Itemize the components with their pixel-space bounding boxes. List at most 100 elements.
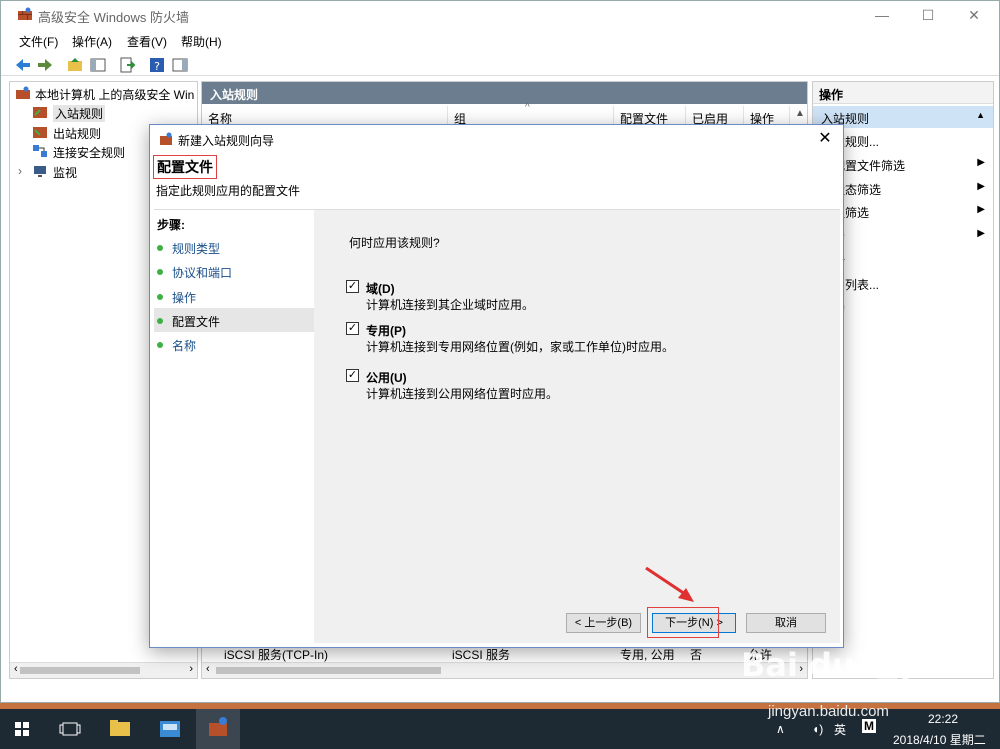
tray-chevron-icon[interactable]: ∧ <box>776 722 785 736</box>
back-button[interactable]: < 上一步(B) <box>566 613 641 633</box>
actions-header: 操作 <box>813 82 993 104</box>
profile-question: 何时应用该规则? <box>349 236 440 250</box>
step-label: 操作 <box>172 291 197 305</box>
public-checkbox[interactable]: ✓ <box>346 369 359 382</box>
firewall-root-icon <box>16 86 30 99</box>
step-rule-type[interactable]: 规则类型 <box>154 235 314 259</box>
new-inbound-rule-wizard: 新建入站规则向导 ✕ 配置文件 指定此规则应用的配置文件 步骤: 规则类型 协议… <box>149 124 844 648</box>
firewall-taskbar-icon <box>209 717 227 736</box>
tree-item-label: 出站规则 <box>53 127 102 141</box>
collapse-up-icon[interactable]: ▲ <box>976 110 985 120</box>
option-label: 公用(U) <box>366 371 407 385</box>
submenu-arrow-icon: ▶ <box>977 157 985 168</box>
sort-caret-icon: ^ <box>525 102 530 113</box>
step-bullet-icon <box>157 342 163 348</box>
cell-enabled: 否 <box>690 648 703 662</box>
taskbar-firewall-active[interactable] <box>196 709 240 749</box>
cell-profile: 专用, 公用 <box>620 648 675 662</box>
clock-date[interactable]: 2018/4/10 星期二 <box>893 731 986 748</box>
wizard-firewall-icon <box>160 132 172 145</box>
show-hide-tree-icon[interactable] <box>88 55 108 75</box>
scroll-right-icon[interactable]: › <box>189 663 193 675</box>
red-pointer-arrow-icon <box>645 566 694 602</box>
forward-arrow-icon[interactable] <box>35 55 55 75</box>
window-title: 高级安全 Windows 防火墙 <box>38 10 189 25</box>
close-button[interactable]: ✕ <box>951 1 997 29</box>
cell-group: iSCSI 服务 <box>452 648 511 662</box>
step-bullet-icon <box>157 318 163 324</box>
step-bullet-icon <box>157 269 163 275</box>
clock-time[interactable]: 22:22 <box>928 712 958 726</box>
up-folder-icon[interactable] <box>65 55 85 75</box>
submenu-arrow-icon: ▶ <box>977 181 985 192</box>
connection-security-icon <box>33 145 47 157</box>
private-checkbox[interactable]: ✓ <box>346 322 359 335</box>
tree-item-label: 连接安全规则 <box>53 146 126 160</box>
tree-horizontal-scrollbar[interactable]: ‹ › <box>10 662 197 678</box>
step-label: 规则类型 <box>172 242 221 256</box>
steps-title: 步骤: <box>157 218 185 232</box>
option-description: 计算机连接到公用网络位置时应用。 <box>366 387 559 401</box>
task-view-icon[interactable] <box>48 709 92 749</box>
speaker-icon[interactable]: ◖) <box>812 722 823 736</box>
domain-checkbox[interactable]: ✓ <box>346 280 359 293</box>
title-bar: 高级安全 Windows 防火墙 — ☐ ✕ <box>1 1 999 29</box>
submenu-arrow-icon: ▶ <box>977 228 985 239</box>
tree-item-label: 监视 <box>53 166 78 180</box>
wizard-content: 何时应用该规则? ✓ 域(D) 计算机连接到其企业域时应用。 ✓ 专用(P) 计… <box>314 210 840 643</box>
scroll-up-icon[interactable]: ▲ <box>795 108 805 119</box>
wizard-page-heading: 配置文件 <box>153 155 217 179</box>
option-description: 计算机连接到专用网络位置(例如，家或工作单位)时应用。 <box>366 340 674 354</box>
rules-pane-header: 入站规则 <box>202 82 807 104</box>
minimize-button[interactable]: — <box>859 1 905 29</box>
step-bullet-icon <box>157 245 163 251</box>
menu-help[interactable]: 帮助(H) <box>181 33 222 50</box>
show-action-pane-icon[interactable] <box>170 55 190 75</box>
menu-view[interactable]: 查看(V) <box>127 33 167 50</box>
file-explorer-icon[interactable] <box>98 709 142 749</box>
option-label: 专用(P) <box>366 324 406 338</box>
tree-root[interactable]: 本地计算机 上的高级安全 Win <box>15 84 200 102</box>
step-protocol-ports[interactable]: 协议和端口 <box>154 259 314 283</box>
scroll-left-icon[interactable]: ‹ <box>14 663 18 675</box>
maximize-button[interactable]: ☐ <box>905 1 951 29</box>
step-bullet-icon <box>157 294 163 300</box>
control-panel-icon[interactable] <box>148 709 192 749</box>
inbound-rules-icon <box>33 107 47 118</box>
svg-text:?: ? <box>154 60 160 73</box>
menu-bar: 文件(F) 操作(A) 查看(V) 帮助(H) <box>1 31 999 51</box>
watermark-url: jingyan.baidu.com <box>768 703 889 720</box>
ime-indicator[interactable]: M <box>862 719 876 733</box>
step-action[interactable]: 操作 <box>154 284 314 308</box>
cancel-button[interactable]: 取消 <box>746 613 826 633</box>
tree-item-label: 入站规则 <box>53 105 106 122</box>
scroll-thumb[interactable] <box>216 667 441 674</box>
scroll-thumb[interactable] <box>20 667 140 674</box>
back-arrow-icon[interactable] <box>13 55 33 75</box>
help-icon[interactable]: ? <box>147 55 167 75</box>
language-indicator[interactable]: 英 <box>834 721 846 738</box>
expand-chevron-icon[interactable]: › <box>18 164 22 178</box>
tree-root-label: 本地计算机 上的高级安全 Win <box>35 88 195 102</box>
windows-start-icon[interactable] <box>0 709 44 749</box>
wizard-close-button[interactable]: ✕ <box>813 128 837 148</box>
menu-action[interactable]: 操作(A) <box>72 33 112 50</box>
wizard-body: 步骤: 规则类型 协议和端口 操作 配置文件 名称 何时应用该规则? ✓ 域(D… <box>154 209 840 643</box>
next-button-highlight <box>647 607 719 638</box>
wizard-steps-panel: 步骤: 规则类型 协议和端口 操作 配置文件 名称 <box>154 210 314 643</box>
wizard-title: 新建入站规则向导 <box>178 134 275 148</box>
menu-file[interactable]: 文件(F) <box>19 33 58 50</box>
firewall-app-icon <box>18 7 32 20</box>
step-label: 协议和端口 <box>172 266 233 280</box>
rules-horizontal-scrollbar[interactable]: ‹ › <box>202 662 807 678</box>
baidu-jingyan-watermark: Bai du 经验 <box>741 646 930 684</box>
toolbar: ? <box>1 54 999 76</box>
cell-name: iSCSI 服务(TCP-In) <box>224 648 329 662</box>
submenu-arrow-icon: ▶ <box>977 204 985 215</box>
step-label: 配置文件 <box>172 315 221 329</box>
wizard-page-subtitle: 指定此规则应用的配置文件 <box>156 184 301 198</box>
step-profile[interactable]: 配置文件 <box>154 308 314 332</box>
step-name[interactable]: 名称 <box>154 332 314 356</box>
scroll-left-icon[interactable]: ‹ <box>206 663 210 675</box>
export-icon[interactable] <box>117 55 137 75</box>
